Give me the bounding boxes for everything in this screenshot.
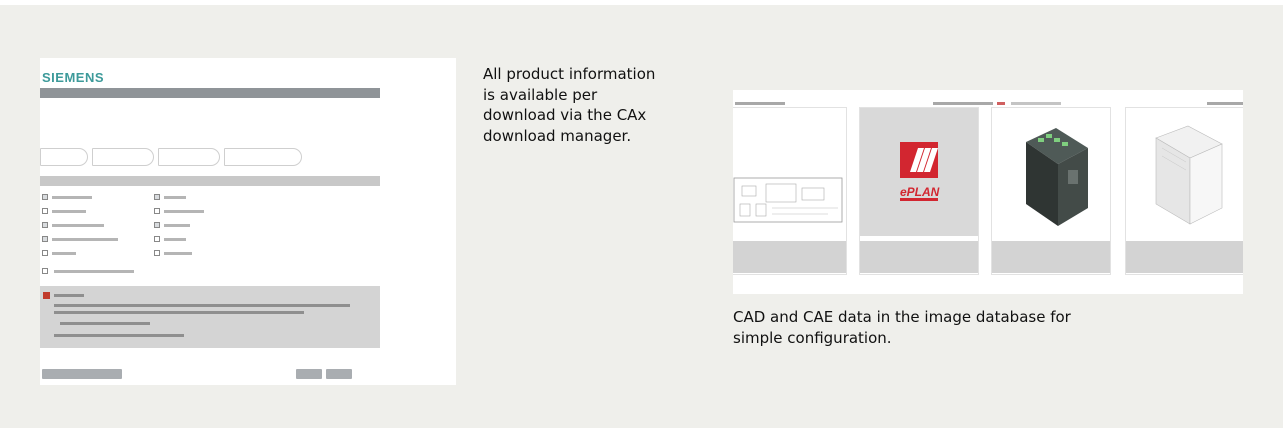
header-text-blurred (1011, 102, 1061, 105)
eplan-image: ePLAN (860, 108, 978, 236)
cax-download-manager-screenshot: SIEMENS (40, 58, 456, 385)
step-2 (92, 148, 154, 166)
checkbox (154, 222, 160, 228)
product-card-eplan: ePLAN (859, 107, 979, 275)
header-text-blurred (735, 102, 785, 105)
technical-drawing-image (733, 108, 846, 236)
checkbox (42, 250, 48, 256)
technical-drawing-icon (733, 177, 843, 223)
checkbox (42, 208, 48, 214)
checkbox (42, 194, 48, 200)
header-text-blurred (1207, 102, 1243, 105)
label-blurred (164, 238, 186, 241)
checkbox (42, 236, 48, 242)
product-label-blurred (992, 241, 1110, 273)
cancel-button (296, 369, 322, 379)
product-card (991, 107, 1111, 275)
section-bar (40, 176, 380, 186)
power-supply-dark-image (992, 108, 1110, 236)
checkbox (42, 268, 48, 274)
info-line (54, 304, 350, 307)
power-supply-module-icon (1026, 128, 1088, 226)
checkbox (42, 222, 48, 228)
info-box (40, 286, 380, 348)
back-button (42, 369, 122, 379)
warning-icon (43, 292, 50, 299)
header-bar (40, 88, 380, 98)
label-blurred (54, 270, 134, 273)
caption-image-database: CAD and CAE data in the image database f… (733, 308, 1071, 347)
label-blurred (164, 196, 186, 199)
svg-text:ePLAN: ePLAN (900, 185, 940, 199)
step-1 (40, 148, 88, 166)
content-panel: SIEMENS All product information is avail… (0, 5, 1283, 428)
checkbox (154, 236, 160, 242)
power-supply-module-icon (1155, 125, 1223, 225)
product-card (1125, 107, 1243, 275)
label-blurred (52, 210, 86, 213)
info-line (54, 294, 84, 297)
header-text-blurred (933, 102, 993, 105)
label-blurred (52, 252, 76, 255)
label-blurred (164, 224, 190, 227)
product-card (733, 107, 847, 275)
checkbox (154, 208, 160, 214)
eplan-logo-icon: ePLAN (860, 108, 978, 236)
siemens-logo: SIEMENS (42, 70, 105, 85)
next-button (326, 369, 352, 379)
label-blurred (52, 196, 92, 199)
product-label-blurred (860, 241, 978, 273)
info-line (54, 311, 304, 314)
label-blurred (52, 238, 118, 241)
image-database-screenshot: ePLAN (733, 90, 1243, 294)
label-blurred (164, 252, 192, 255)
caption-download: All product information is available per… (483, 65, 656, 145)
checkbox (154, 194, 160, 200)
checkbox (154, 250, 160, 256)
step-4 (224, 148, 302, 166)
info-line (54, 334, 184, 337)
header-text-blurred (997, 102, 1005, 105)
power-supply-light-image (1126, 108, 1243, 236)
info-line (60, 322, 150, 325)
label-blurred (164, 210, 204, 213)
step-3 (158, 148, 220, 166)
product-label-blurred (733, 241, 846, 273)
label-blurred (52, 224, 104, 227)
product-label-blurred (1126, 241, 1243, 273)
